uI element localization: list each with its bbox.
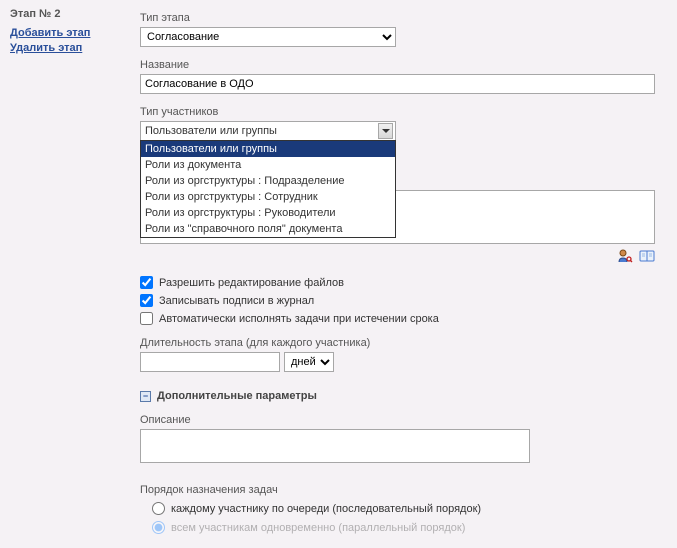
assign-order-label: Порядок назначения задач: [140, 484, 667, 496]
duration-unit-select[interactable]: дней: [284, 352, 334, 372]
delete-stage-link[interactable]: Удалить этап: [10, 41, 140, 56]
assign-sequential-radio[interactable]: [152, 502, 165, 515]
auto-execute-label: Автоматически исполнять задачи при истеч…: [159, 313, 439, 325]
chevron-down-icon: [378, 123, 393, 139]
allow-edit-files-label: Разрешить редактирование файлов: [159, 277, 344, 289]
dropdown-option[interactable]: Роли из "справочного поля" документа: [141, 221, 395, 237]
description-textarea[interactable]: [140, 429, 530, 463]
assign-parallel-radio[interactable]: [152, 521, 165, 534]
add-stage-link[interactable]: Добавить этап: [10, 26, 140, 41]
user-key-icon[interactable]: [617, 248, 633, 264]
stage-number-label: Этап № 2: [10, 8, 140, 20]
dropdown-option[interactable]: Роли из документа: [141, 157, 395, 173]
book-icon[interactable]: [639, 248, 655, 264]
stage-name-label: Название: [140, 59, 667, 71]
log-signatures-checkbox[interactable]: [140, 294, 153, 307]
duration-label: Длительность этапа (для каждого участник…: [140, 337, 667, 349]
allow-edit-files-checkbox[interactable]: [140, 276, 153, 289]
stage-name-input[interactable]: [140, 74, 655, 94]
extra-params-toggle[interactable]: − Дополнительные параметры: [140, 390, 667, 402]
extra-params-label: Дополнительные параметры: [157, 390, 317, 402]
participants-type-select[interactable]: Пользователи или группы: [140, 121, 396, 141]
duration-input[interactable]: [140, 352, 280, 372]
assign-sequential-label: каждому участнику по очереди (последоват…: [171, 503, 481, 515]
assign-parallel-label: всем участникам одновременно (параллельн…: [171, 522, 465, 534]
dropdown-option[interactable]: Роли из оргструктуры : Сотрудник: [141, 189, 395, 205]
participants-type-label: Тип участников: [140, 106, 667, 118]
stage-type-label: Тип этапа: [140, 12, 667, 24]
description-label: Описание: [140, 414, 667, 426]
dropdown-option[interactable]: Роли из оргструктуры : Руководители: [141, 205, 395, 221]
participants-dropdown-list: Пользователи или группы Роли из документ…: [140, 140, 396, 238]
stage-type-select[interactable]: Согласование: [140, 27, 396, 47]
log-signatures-label: Записывать подписи в журнал: [159, 295, 314, 307]
dropdown-option[interactable]: Пользователи или группы: [141, 141, 395, 157]
dropdown-option[interactable]: Роли из оргструктуры : Подразделение: [141, 173, 395, 189]
participants-type-value: Пользователи или группы: [145, 125, 277, 137]
minus-icon: −: [140, 391, 151, 402]
auto-execute-checkbox[interactable]: [140, 312, 153, 325]
